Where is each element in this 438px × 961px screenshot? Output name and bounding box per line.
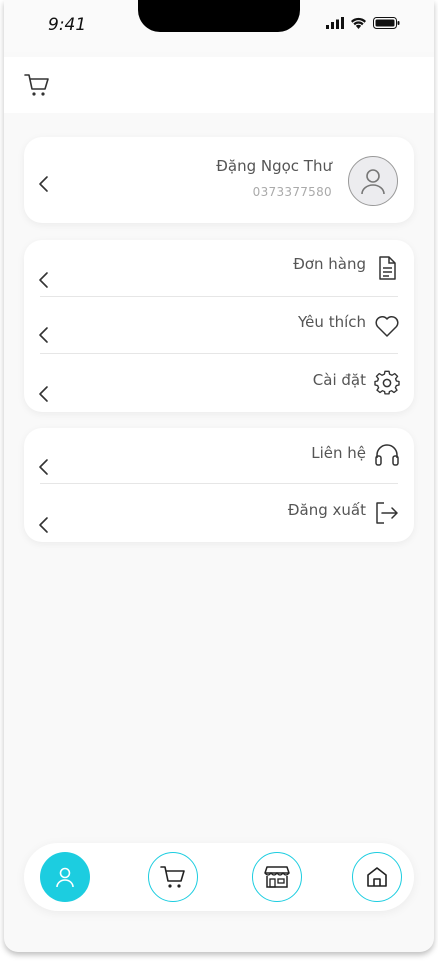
chevron-left-icon bbox=[39, 327, 48, 343]
divider bbox=[40, 296, 398, 297]
signal-icon bbox=[326, 17, 344, 29]
profile-card[interactable]: Đặng Ngọc Thư 0373377580 bbox=[24, 137, 414, 223]
nav-store-button[interactable] bbox=[252, 852, 302, 902]
user-icon bbox=[361, 169, 385, 195]
user-icon bbox=[56, 867, 74, 888]
menu-item-label: Yêu thích bbox=[298, 313, 366, 331]
status-bar: 9:41 bbox=[4, 0, 434, 52]
headset-icon bbox=[375, 444, 399, 466]
home-icon bbox=[367, 867, 387, 887]
chevron-left-icon bbox=[39, 176, 48, 192]
divider bbox=[40, 483, 398, 484]
notch bbox=[138, 0, 300, 32]
phone-screen: 9:41 Đặng Ngọc Thư 0373377580 Đơn hàng Y… bbox=[4, 0, 434, 952]
divider bbox=[40, 353, 398, 354]
menu-item-label: Đơn hàng bbox=[293, 255, 366, 273]
chevron-left-icon bbox=[39, 459, 48, 475]
profile-name: Đặng Ngọc Thư bbox=[216, 157, 332, 175]
menu-item-label: Liên hệ bbox=[311, 444, 366, 462]
avatar[interactable] bbox=[348, 156, 398, 206]
status-icons bbox=[326, 17, 400, 29]
nav-home-button[interactable] bbox=[352, 852, 402, 902]
logout-icon bbox=[376, 502, 398, 524]
menu-card-support: Liên hệ Đăng xuất bbox=[24, 428, 414, 542]
menu-item-label: Cài đặt bbox=[312, 371, 366, 389]
wifi-icon bbox=[351, 17, 366, 29]
gear-icon bbox=[374, 370, 400, 395]
top-bar bbox=[4, 57, 434, 113]
menu-card-account: Đơn hàng Yêu thích Cài đặt bbox=[24, 240, 414, 412]
profile-phone: 0373377580 bbox=[252, 185, 332, 199]
nav-profile-button[interactable] bbox=[40, 852, 90, 902]
menu-item-label: Đăng xuất bbox=[287, 501, 366, 519]
store-icon bbox=[264, 866, 290, 888]
document-icon bbox=[379, 256, 396, 280]
bottom-nav bbox=[24, 843, 414, 911]
status-time: 9:41 bbox=[48, 15, 87, 35]
chevron-left-icon bbox=[39, 386, 48, 402]
cart-icon[interactable] bbox=[24, 73, 50, 97]
chevron-left-icon bbox=[39, 272, 48, 288]
nav-cart-button[interactable] bbox=[148, 852, 198, 902]
heart-icon bbox=[375, 315, 399, 337]
cart-icon bbox=[160, 866, 185, 888]
battery-icon bbox=[373, 17, 400, 29]
chevron-left-icon bbox=[39, 517, 48, 533]
